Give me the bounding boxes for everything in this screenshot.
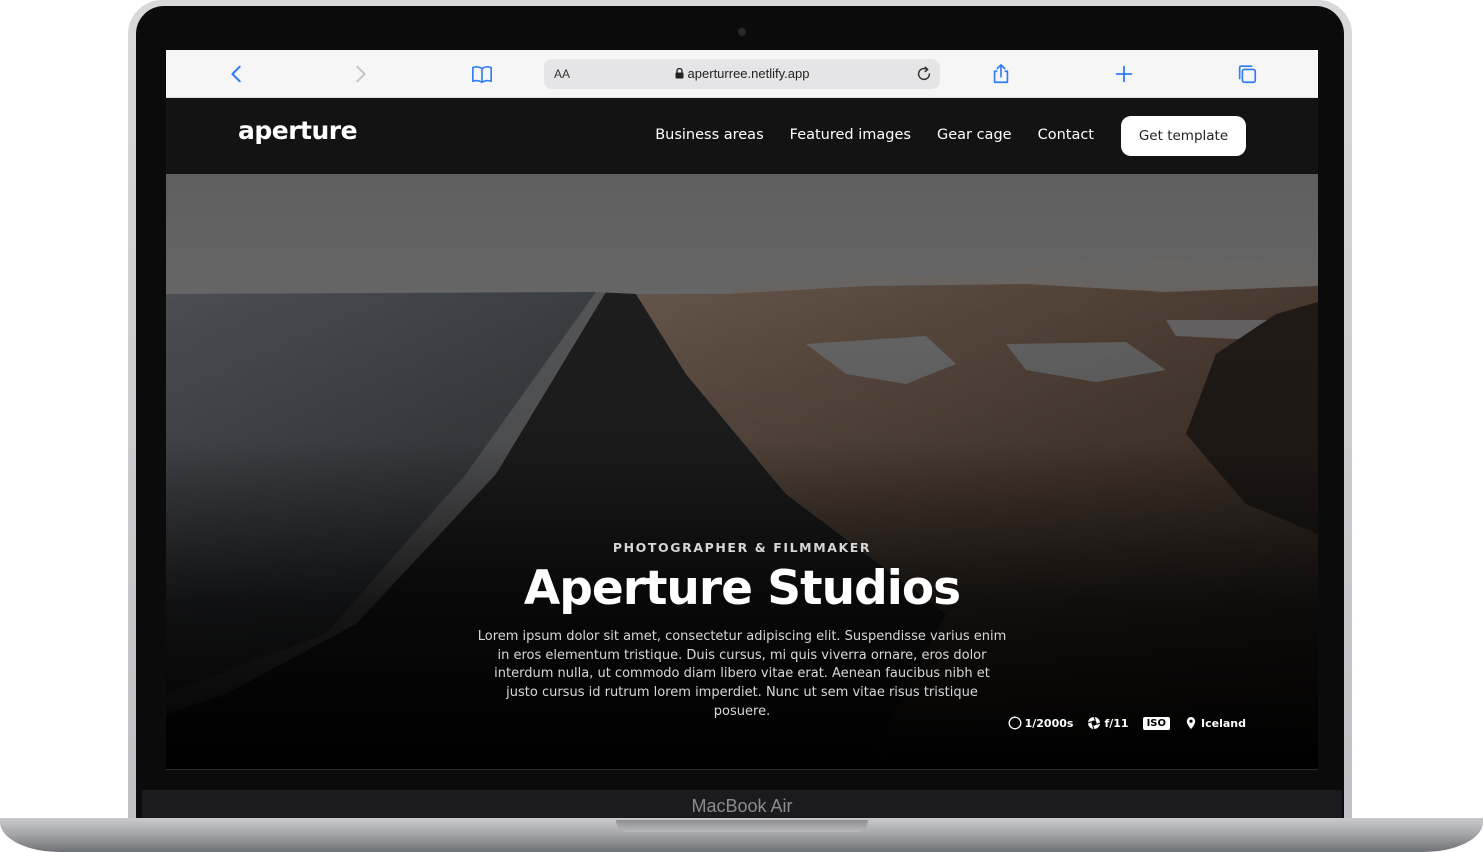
book-icon[interactable]: [470, 62, 494, 86]
aperture-icon: [1088, 716, 1101, 730]
tabs-icon[interactable]: [1235, 62, 1259, 86]
device-label: MacBook Air: [691, 795, 793, 816]
photo-metadata: 1/2000s f/11 ISO Iceland: [1008, 716, 1246, 730]
reload-icon[interactable]: [914, 64, 934, 84]
section-divider: [166, 769, 1318, 770]
nav-featured-images[interactable]: Featured images: [790, 127, 911, 143]
shutter-value: 1/2000s: [1024, 716, 1074, 730]
aperture-value: f/11: [1104, 716, 1129, 730]
hero-eyebrow: PHOTOGRAPHER & FILMMAKER: [612, 540, 872, 555]
main-nav: Business areas Featured images Gear cage…: [655, 127, 1094, 143]
location-item: Iceland: [1184, 716, 1246, 730]
iso-badge: ISO: [1142, 716, 1171, 730]
hero-description: Lorem ipsum dolor sit amet, consectetur …: [477, 629, 1007, 719]
lock-icon: [675, 68, 684, 79]
share-icon[interactable]: [989, 62, 1013, 86]
screen: AA aperturree.netlify.app aperture Busin…: [166, 50, 1318, 770]
chevron-right-icon[interactable]: [348, 62, 372, 86]
hero-text: PHOTOGRAPHER & FILMMAKER Aperture Studio…: [166, 540, 1318, 722]
site-logo[interactable]: aperture: [238, 116, 358, 145]
hero-section: PHOTOGRAPHER & FILMMAKER Aperture Studio…: [166, 174, 1318, 770]
clock-icon: [1008, 716, 1022, 730]
nav-business-areas[interactable]: Business areas: [655, 127, 763, 143]
location-pin-icon: [1186, 717, 1196, 729]
url-display: aperturree.netlify.app: [544, 66, 940, 81]
hero-title: Aperture Studios: [523, 561, 961, 616]
laptop-notch: [616, 820, 868, 832]
get-template-button[interactable]: Get template: [1121, 116, 1246, 156]
nav-gear-cage[interactable]: Gear cage: [937, 127, 1012, 143]
address-bar[interactable]: AA aperturree.netlify.app: [544, 59, 940, 89]
chevron-left-icon[interactable]: [225, 62, 249, 86]
browser-toolbar: AA aperturree.netlify.app: [166, 50, 1318, 98]
nav-contact[interactable]: Contact: [1038, 127, 1094, 143]
shutter-speed: 1/2000s: [1008, 716, 1074, 730]
location-value: Iceland: [1201, 716, 1246, 730]
plus-icon[interactable]: [1112, 62, 1136, 86]
site-header: aperture Business areas Featured images …: [166, 98, 1318, 174]
camera-icon: [738, 28, 746, 36]
url-text: aperturree.netlify.app: [687, 66, 810, 81]
aperture-value-item: f/11: [1087, 716, 1129, 730]
